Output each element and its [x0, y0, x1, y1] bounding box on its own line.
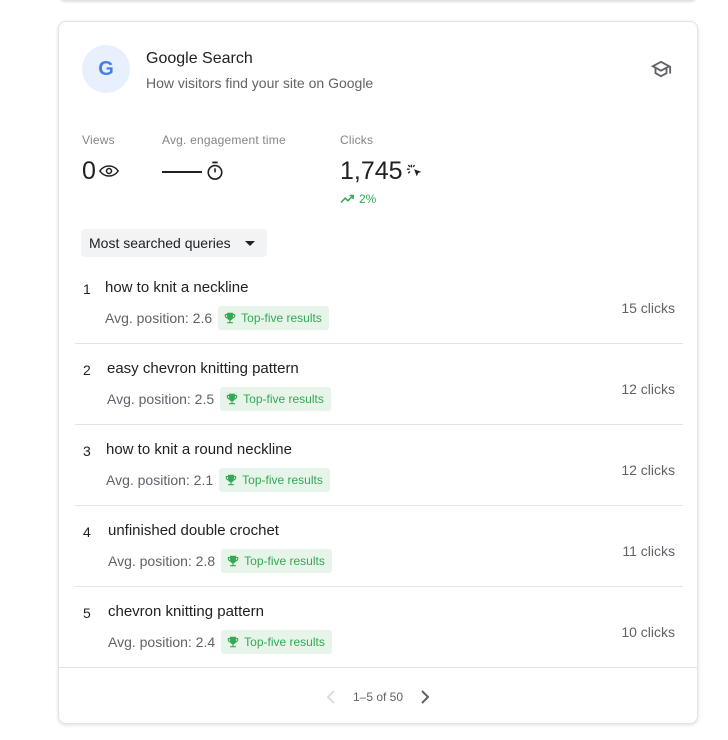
trophy-icon	[227, 636, 239, 648]
query-clicks: 15 clicks	[621, 300, 675, 316]
query-text: how to knit a round neckline	[106, 441, 292, 458]
query-clicks: 12 clicks	[621, 462, 675, 478]
query-text: easy chevron knitting pattern	[107, 360, 299, 377]
avg-position: Avg. position: 2.1 Top-five results	[106, 468, 330, 492]
top-five-badge: Top-five results	[221, 630, 332, 654]
metric-clicks: Clicks 1,745 2%	[340, 133, 424, 206]
metric-label: Views	[82, 133, 115, 147]
query-list: 1 how to knit a neckline Avg. position: …	[75, 263, 683, 668]
timer-icon	[207, 161, 223, 180]
avg-position-text: Avg. position: 2.8	[108, 553, 216, 569]
card-subtitle: How visitors find your site on Google	[146, 75, 374, 91]
google-logo-icon: G	[82, 45, 130, 93]
google-logo-letter: G	[98, 57, 114, 80]
metric-value	[162, 156, 286, 186]
pagination-range: 1–5 of 50	[352, 690, 404, 704]
top-five-badge: Top-five results	[218, 306, 329, 330]
metric-label: Clicks	[340, 133, 374, 147]
avg-position-text: Avg. position: 2.5	[107, 391, 215, 407]
query-rank: 4	[83, 524, 91, 540]
trending-up-icon	[340, 194, 354, 204]
list-item: 2 easy chevron knitting pattern Avg. pos…	[75, 344, 683, 425]
card-header: G Google Search How visitors find your s…	[82, 45, 674, 95]
avg-position-text: Avg. position: 2.4	[108, 634, 216, 650]
views-value: 0	[82, 156, 96, 185]
chevron-right-icon	[421, 690, 430, 704]
list-item: 1 how to knit a neckline Avg. position: …	[75, 263, 683, 344]
list-item: 4 unfinished double crochet Avg. positio…	[75, 506, 683, 587]
pagination: 1–5 of 50	[59, 688, 697, 706]
query-text: how to knit a neckline	[105, 279, 249, 296]
avg-position: Avg. position: 2.5 Top-five results	[107, 387, 331, 411]
chevron-left-icon	[326, 690, 335, 704]
metric-value: 1,745	[340, 156, 424, 186]
avg-position: Avg. position: 2.8 Top-five results	[108, 549, 332, 573]
cursor-click-icon	[406, 164, 421, 177]
dropdown-label: Most searched queries	[89, 235, 231, 251]
query-rank: 3	[83, 443, 91, 459]
query-clicks: 11 clicks	[622, 543, 675, 559]
trophy-icon	[224, 312, 236, 324]
previous-page-button[interactable]	[321, 688, 341, 706]
metric-engagement-time: Avg. engagement time	[162, 133, 286, 186]
avg-position-text: Avg. position: 2.6	[105, 310, 213, 326]
next-page-button[interactable]	[415, 688, 435, 706]
clicks-trend: 2%	[340, 192, 424, 206]
empty-value-dash	[162, 171, 202, 173]
badge-label: Top-five results	[244, 635, 325, 649]
avg-position-text: Avg. position: 2.1	[106, 472, 214, 488]
list-item: 5 chevron knitting pattern Avg. position…	[75, 587, 683, 668]
metric-label: Avg. engagement time	[162, 133, 286, 147]
query-text: chevron knitting pattern	[108, 603, 264, 620]
badge-label: Top-five results	[244, 554, 325, 568]
query-rank: 1	[83, 281, 91, 297]
badge-label: Top-five results	[242, 473, 323, 487]
caret-down-icon	[244, 240, 255, 246]
trend-value: 2%	[359, 192, 377, 206]
trophy-icon	[226, 393, 238, 405]
badge-label: Top-five results	[243, 392, 324, 406]
eye-icon	[98, 165, 119, 177]
badge-label: Top-five results	[241, 311, 322, 325]
query-rank: 2	[83, 362, 91, 378]
query-text: unfinished double crochet	[108, 522, 279, 539]
list-item: 3 how to knit a round neckline Avg. posi…	[75, 425, 683, 506]
avg-position: Avg. position: 2.6 Top-five results	[105, 306, 329, 330]
trophy-icon	[225, 474, 237, 486]
previous-card-edge	[58, 0, 698, 1]
metric-views: Views 0	[82, 133, 119, 186]
avg-position: Avg. position: 2.4 Top-five results	[108, 630, 332, 654]
clicks-value: 1,745	[340, 156, 403, 185]
school-icon[interactable]	[648, 58, 674, 80]
card-title: Google Search	[146, 50, 253, 67]
top-five-badge: Top-five results	[221, 549, 332, 573]
card-footer: 1–5 of 50	[59, 667, 697, 724]
top-five-badge: Top-five results	[219, 468, 330, 492]
google-search-card: G Google Search How visitors find your s…	[58, 21, 698, 724]
top-five-badge: Top-five results	[220, 387, 331, 411]
metric-value: 0	[82, 156, 119, 186]
trophy-icon	[227, 555, 239, 567]
query-clicks: 10 clicks	[621, 624, 675, 640]
queries-dropdown[interactable]: Most searched queries	[81, 229, 267, 257]
query-clicks: 12 clicks	[621, 381, 675, 397]
query-rank: 5	[83, 605, 91, 621]
